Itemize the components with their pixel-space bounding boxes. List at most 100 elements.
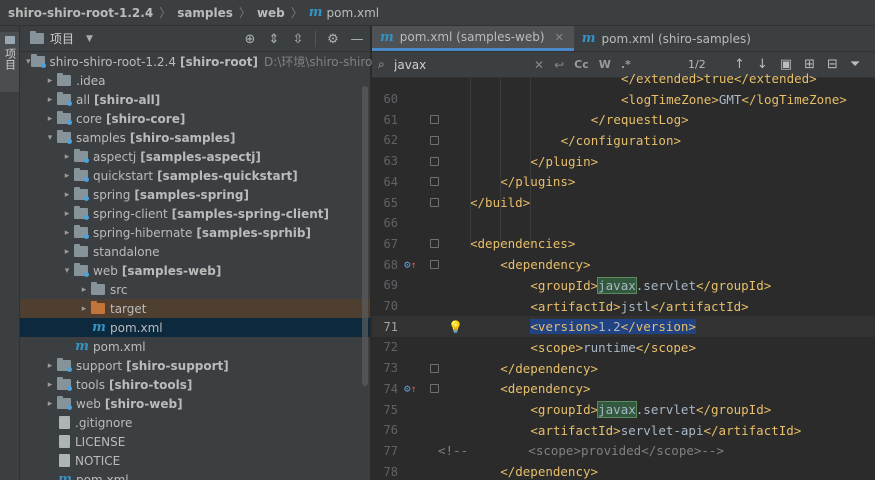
tree-item-label: .gitignore <box>75 415 133 430</box>
module-badge-icon <box>84 234 89 239</box>
tab-pom-samples-web[interactable]: m pom.xml (samples-web) ✕ <box>372 26 574 51</box>
code-line[interactable]: 65</build> <box>372 192 875 213</box>
code-line[interactable]: 71 💡 <version>1.2</version> <box>372 316 875 338</box>
tab-pom-shiro-samples[interactable]: m pom.xml (shiro-samples) <box>574 26 761 51</box>
code-line[interactable]: 74 ⚙↑ <dependency> <box>372 379 875 400</box>
chevron-right-icon[interactable]: ▸ <box>77 285 91 295</box>
project-view-title[interactable]: 项目 <box>50 30 74 47</box>
fold-marker-icon[interactable] <box>430 115 439 125</box>
chevron-right-icon[interactable]: ▸ <box>77 304 91 314</box>
chevron-right-icon[interactable]: ▸ <box>43 361 57 371</box>
tree-item[interactable]: ▸ support [shiro-support] <box>20 356 370 375</box>
code-line[interactable]: 60 <logTimeZone>GMT</logTimeZone> <box>372 89 875 110</box>
breadcrumb-root[interactable]: shiro-shiro-root-1.2.4 <box>8 6 153 20</box>
code-line[interactable]: 67 <dependencies> <box>372 234 875 255</box>
code-line[interactable]: 63 </plugin> <box>372 151 875 172</box>
code-line[interactable]: 61 </requestLog> <box>372 109 875 130</box>
code-line[interactable]: 64 </plugins> <box>372 172 875 193</box>
code-line[interactable]: </extended>true</extended> <box>372 68 875 89</box>
locate-file-icon[interactable]: ⊕ <box>243 32 257 47</box>
chevron-right-icon[interactable]: ▸ <box>43 380 57 390</box>
tree-item[interactable]: ▾ shiro-shiro-root-1.2.4 [shiro-root] D:\环境… <box>20 52 389 71</box>
code-line[interactable]: 78 </dependency> <box>372 461 875 480</box>
indent-guide <box>470 78 471 248</box>
tree-item[interactable]: ▸ target <box>20 299 370 318</box>
code-line[interactable]: 72 <scope>runtime</scope> <box>372 337 875 358</box>
line-number: 61 <box>383 112 398 127</box>
tree-item[interactable]: NOTICE <box>20 451 370 470</box>
tree-item[interactable]: ▸ .idea <box>20 71 370 90</box>
fold-marker-icon[interactable] <box>430 363 439 373</box>
chevron-right-icon[interactable]: ▸ <box>43 95 57 105</box>
module-name: [shiro-all] <box>94 92 161 107</box>
chevron-right-icon[interactable]: ▸ <box>60 190 74 200</box>
chevron-right-icon[interactable]: ▸ <box>60 228 74 238</box>
tree-item[interactable]: ▸ aspectj [samples-aspectj] <box>20 147 370 166</box>
tree-item[interactable]: ▸ tools [shiro-tools] <box>20 375 370 394</box>
chevron-right-icon[interactable]: ▸ <box>43 114 57 124</box>
code-line[interactable]: 62 </configuration> <box>372 130 875 151</box>
fold-marker-icon[interactable] <box>430 260 439 270</box>
chevron-right-icon[interactable]: ▸ <box>60 209 74 219</box>
breadcrumb-file[interactable]: pom.xml <box>327 6 380 20</box>
tree-item[interactable]: ▸ all [shiro-all] <box>20 90 370 109</box>
tree-item[interactable]: .gitignore <box>20 413 370 432</box>
code-line[interactable]: 75 <groupId>javax.servlet</groupId> <box>372 399 875 420</box>
tree-item[interactable]: ▸ spring-client [samples-spring-client] <box>20 204 370 223</box>
code-text: <artifactId>servlet-api</artifactId> <box>530 422 802 438</box>
code-text: </dependency> <box>500 464 599 480</box>
breadcrumb-web[interactable]: web <box>257 6 285 20</box>
tree-item[interactable]: ▸ quickstart [samples-quickstart] <box>20 166 370 185</box>
chevron-right-icon[interactable]: ▸ <box>43 76 57 86</box>
code-line[interactable]: 70 <artifactId>jstl</artifactId> <box>372 296 875 317</box>
collapse-all-icon[interactable]: ⇳ <box>291 32 305 47</box>
tree-item[interactable]: m pom.xml <box>20 318 370 337</box>
fold-marker-icon[interactable] <box>430 239 439 249</box>
hide-panel-icon[interactable]: — <box>350 32 364 47</box>
fold-marker-icon[interactable] <box>430 384 439 394</box>
chevron-right-icon[interactable]: ▸ <box>60 247 74 257</box>
close-icon[interactable]: ✕ <box>555 31 564 44</box>
tree-item[interactable]: ▸ spring-hibernate [samples-sprhib] <box>20 223 370 242</box>
chevron-right-icon[interactable]: ▸ <box>43 399 57 409</box>
fold-marker-icon[interactable] <box>430 135 439 145</box>
tree-item[interactable]: ▸ standalone <box>20 242 370 261</box>
maven-icon: m <box>92 320 106 335</box>
tree-item[interactable]: m pom.xml <box>20 337 370 356</box>
dependency-gutter-icon[interactable]: ⚙↑ <box>404 258 417 271</box>
caret-down-icon[interactable]: ▼ <box>86 34 93 44</box>
tree-item[interactable]: ▸ src <box>20 280 370 299</box>
chevron-right-icon[interactable]: ▸ <box>60 152 74 162</box>
gear-icon[interactable]: ⚙ <box>326 32 340 47</box>
tree-item[interactable]: m pom.xml <box>20 470 370 480</box>
breadcrumb-samples[interactable]: samples <box>177 6 233 20</box>
project-scrollbar[interactable] <box>362 86 368 386</box>
fold-marker-icon[interactable] <box>430 177 439 187</box>
expand-all-icon[interactable]: ⇕ <box>267 32 281 47</box>
dependency-gutter-icon[interactable]: ⚙↑ <box>404 382 417 395</box>
tree-item[interactable]: ▸ core [shiro-core] <box>20 109 370 128</box>
code-line[interactable]: 73 </dependency> <box>372 358 875 379</box>
fold-marker-icon[interactable] <box>430 198 439 208</box>
chevron-down-icon[interactable]: ▾ <box>43 133 57 143</box>
module-badge-icon <box>84 196 89 201</box>
module-badge-icon <box>67 386 72 391</box>
code-line[interactable]: 68 ⚙↑ <dependency> <box>372 254 875 275</box>
chevron-right-icon[interactable]: ▸ <box>60 171 74 181</box>
folder-icon <box>57 377 72 391</box>
tree-item[interactable]: ▸ spring [samples-spring] <box>20 185 370 204</box>
fold-marker-icon[interactable] <box>430 156 439 166</box>
tree-item[interactable]: ▸ web [shiro-web] <box>20 394 370 413</box>
lightbulb-icon[interactable]: 💡 <box>448 320 463 334</box>
chevron-down-icon[interactable]: ▾ <box>26 57 31 67</box>
code-line[interactable]: 77 <!-- <scope>provided</scope>--> <box>372 441 875 462</box>
code-line[interactable]: 69 <groupId>javax.servlet</groupId> <box>372 275 875 296</box>
code-line[interactable]: 66 <box>372 213 875 234</box>
code-line[interactable]: 76 <artifactId>servlet-api</artifactId> <box>372 420 875 441</box>
tree-item[interactable]: ▾ web [samples-web] <box>20 261 370 280</box>
project-tool-tab[interactable]: 项目 <box>0 32 19 92</box>
tree-item[interactable]: ▾ samples [shiro-samples] <box>20 128 370 147</box>
code-text: </extended>true</extended> <box>621 70 817 86</box>
chevron-down-icon[interactable]: ▾ <box>60 266 74 276</box>
tree-item[interactable]: LICENSE <box>20 432 370 451</box>
